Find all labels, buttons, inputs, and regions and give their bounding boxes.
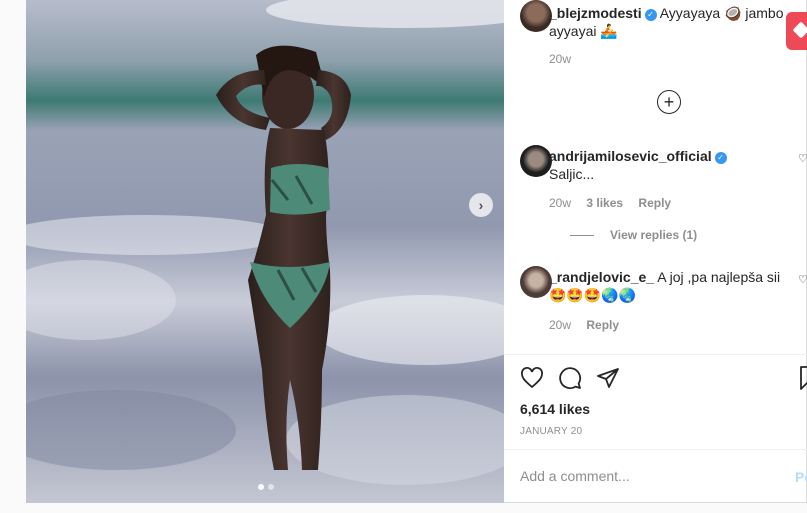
post-media[interactable]: › [26, 0, 504, 503]
comment-icon [559, 367, 582, 390]
comment-time[interactable]: 20w [549, 318, 571, 332]
carousel-dot-active [258, 484, 264, 490]
post-sidebar: _blejzmodesti ✓ Ayyayaya 🥥 jambo ayyayai … [504, 0, 807, 503]
beach-photo [26, 0, 504, 503]
caption-time[interactable]: 20w [549, 52, 571, 66]
post-comment-button[interactable]: Po [795, 469, 807, 485]
heart-icon [521, 367, 543, 389]
avatar[interactable] [520, 145, 552, 177]
divider [570, 234, 594, 236]
verified-icon: ✓ [644, 9, 657, 21]
bookmark-icon [800, 366, 807, 390]
caption: _blejzmodesti ✓ Ayyayaya 🥥 jambo ayyayai … [549, 4, 789, 40]
send-icon [597, 368, 619, 388]
comment-item: andrijamilosevic_official ✓ Saljic... [549, 147, 789, 183]
chevron-right-icon: › [478, 197, 484, 213]
load-more-comments-button[interactable]: + [657, 90, 681, 114]
plus-circle-icon: + [663, 92, 675, 112]
like-button[interactable] [520, 366, 544, 390]
view-replies-button[interactable]: View replies (1) [570, 228, 697, 242]
comment-username[interactable]: _randjelovic_e_ [549, 269, 654, 285]
next-slide-button[interactable]: › [469, 193, 493, 217]
share-button[interactable] [596, 366, 620, 390]
caption-meta: 20w [549, 52, 583, 66]
heart-icon[interactable]: ♡ [798, 273, 807, 286]
post-dialog: › _blejzmodesti ✓ Ayyayaya 🥥 jambo ayyaya… [26, 0, 807, 503]
avatar[interactable] [520, 266, 552, 298]
post-actions [520, 366, 620, 390]
verified-icon: ✓ [714, 152, 727, 164]
post-date[interactable]: JANUARY 20 [520, 426, 582, 437]
comment-text: Saljic... [549, 166, 595, 182]
carousel-dot [268, 484, 274, 490]
comment-button[interactable] [558, 366, 582, 390]
comment-username[interactable]: andrijamilosevic_official [549, 148, 712, 164]
notification-badge[interactable] [786, 12, 807, 50]
caption-username[interactable]: _blejzmodesti [549, 5, 642, 21]
comment-item: _randjelovic_e_ A joj ,pa najlepša sii🤩🤩… [549, 268, 789, 304]
comment-time[interactable]: 20w [549, 196, 571, 210]
comment-likes[interactable]: 3 likes [586, 196, 623, 210]
avatar[interactable] [520, 0, 552, 32]
comment-meta: 20w Reply [549, 318, 631, 332]
heart-icon[interactable]: ♡ [798, 152, 807, 165]
add-comment-bar: Po [504, 449, 807, 503]
comment-input[interactable] [520, 468, 770, 484]
comments-section: _blejzmodesti ✓ Ayyayaya 🥥 jambo ayyayai … [504, 0, 807, 355]
view-replies-label: View replies (1) [610, 228, 698, 242]
reply-button[interactable]: Reply [638, 196, 671, 210]
save-button[interactable] [800, 366, 807, 393]
reply-button[interactable]: Reply [586, 318, 619, 332]
comment-meta: 20w 3 likes Reply [549, 196, 683, 210]
carousel-indicator [258, 484, 274, 490]
likes-count[interactable]: 6,614 likes [520, 401, 590, 417]
